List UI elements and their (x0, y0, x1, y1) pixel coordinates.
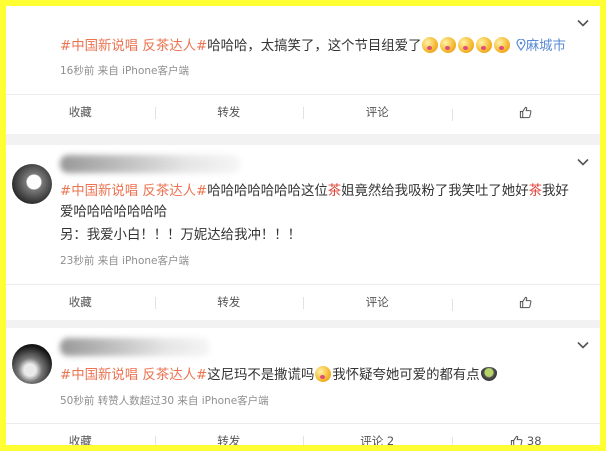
save-button[interactable]: 收藏 (6, 294, 155, 310)
emoji-icon (494, 37, 511, 53)
location-name: 麻城市 (525, 39, 566, 54)
avatar[interactable] (12, 164, 52, 204)
comment-label: 评论 (365, 105, 389, 119)
post-text-line: 另：我爱小白！！！万妮达给我冲！！！ (60, 228, 302, 243)
like-button[interactable] (451, 106, 601, 121)
post-text: #中国新说唱 反茶达人#哈哈哈，太搞笑了，这个节目组爱了 麻城市 (60, 36, 580, 57)
post-meta: 50秒前 转赞人数超过30 来自 iPhone客户端 (60, 395, 269, 407)
post-body: 姐竟然给我吸粉了我笑吐了她好 (341, 184, 529, 199)
action-bar: 收藏 转发 评论 2 38 (6, 423, 600, 445)
username-blurred[interactable] (60, 338, 210, 356)
comment-count: 2 (386, 434, 395, 445)
thumbs-up-icon (520, 106, 532, 118)
thumbs-up-icon (520, 296, 532, 308)
post-meta: 23秒前 来自 iPhone客户端 (60, 255, 189, 267)
emoji-icon (458, 37, 475, 53)
chevron-down-icon[interactable] (576, 16, 590, 30)
repost-label: 转发 (217, 105, 241, 119)
save-button[interactable]: 收藏 (6, 104, 155, 120)
comment-button[interactable]: 评论 (303, 104, 452, 120)
hashtag-link[interactable]: #中国新说唱 反茶达人# (60, 368, 207, 383)
post-card: #中国新说唱 反茶达人#哈哈哈，太搞笑了，这个节目组爱了 麻城市 16秒前 来自… (6, 6, 600, 134)
action-bar: 收藏 转发 评论 (6, 284, 600, 319)
repost-button[interactable]: 转发 (154, 433, 304, 445)
comment-button[interactable]: 评论 2 (303, 433, 452, 445)
post-meta: 16秒前 来自 iPhone客户端 (60, 65, 189, 77)
location-pin-icon (516, 38, 526, 52)
avatar[interactable] (12, 344, 52, 384)
hashtag-link[interactable]: #中国新说唱 反茶达人# (60, 39, 207, 54)
chevron-down-icon[interactable] (576, 338, 590, 352)
comment-label: 评论 (365, 295, 389, 309)
save-label: 收藏 (68, 105, 92, 119)
keyword-highlight: 茶 (327, 184, 342, 199)
comment-button[interactable]: 评论 (303, 294, 452, 310)
post-body: 我怀疑夸她可爱的都有点 (332, 368, 480, 383)
emoji-icon (476, 37, 493, 53)
post-body: 哈哈哈，太搞笑了，这个节目组爱了 (207, 39, 422, 54)
save-label: 收藏 (68, 434, 92, 445)
post-card: #中国新说唱 反茶达人#这尼玛不是撒谎吗 我怀疑夸她可爱的都有点 50秒前 转赞人… (6, 328, 600, 445)
save-button[interactable]: 收藏 (6, 433, 155, 445)
keyword-highlight: 茶 (528, 184, 542, 199)
thumbs-up-icon (510, 435, 523, 445)
like-button[interactable] (451, 296, 601, 311)
repost-label: 转发 (217, 434, 241, 445)
bowl-emoji-icon (480, 367, 497, 381)
action-bar: 收藏 转发 评论 (6, 94, 600, 129)
post-body: 哈哈哈哈哈哈哈这位 (207, 184, 328, 199)
repost-button[interactable]: 转发 (154, 104, 304, 120)
emoji-icon (422, 37, 439, 53)
post-text: #中国新说唱 反茶达人#哈哈哈哈哈哈哈这位茶姐竟然给我吸粉了我笑吐了她好茶我好爱… (60, 181, 580, 223)
like-button[interactable]: 38 (451, 434, 601, 445)
post-body: 这尼玛不是撒谎吗 (207, 368, 315, 383)
like-count: 38 (526, 434, 542, 445)
weibo-feed: #中国新说唱 反茶达人#哈哈哈，太搞笑了，这个节目组爱了 麻城市 16秒前 来自… (6, 6, 600, 445)
location-link[interactable]: 麻城市 (516, 38, 566, 54)
repost-button[interactable]: 转发 (154, 294, 304, 310)
post-text: #中国新说唱 反茶达人#这尼玛不是撒谎吗 我怀疑夸她可爱的都有点 (60, 365, 580, 386)
chevron-down-icon[interactable] (576, 155, 590, 169)
save-label: 收藏 (68, 295, 92, 309)
hashtag-link[interactable]: #中国新说唱 反茶达人# (60, 184, 207, 199)
post-card: #中国新说唱 反茶达人#哈哈哈哈哈哈哈这位茶姐竟然给我吸粉了我笑吐了她好茶我好爱… (6, 145, 600, 320)
emoji-icon (440, 37, 457, 53)
emoji-icon (315, 366, 332, 382)
comment-label: 评论 (360, 434, 384, 445)
username-blurred[interactable] (60, 155, 240, 173)
repost-label: 转发 (217, 295, 241, 309)
